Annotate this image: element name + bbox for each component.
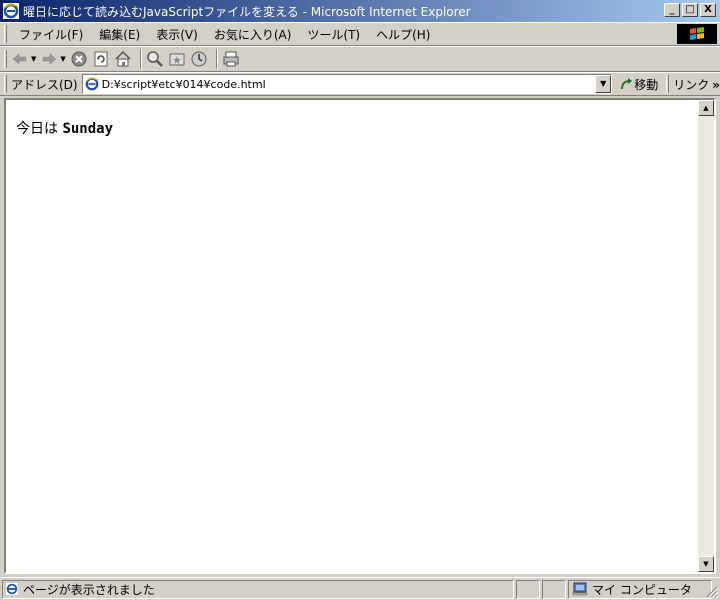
links-separator [666, 75, 670, 93]
content-line: 今日は Sunday [16, 118, 113, 138]
my-computer-icon [572, 582, 588, 596]
status-bar: ページが表示されました マイ コンピュータ [0, 577, 720, 600]
windows-logo-icon [677, 24, 717, 44]
address-url: D:¥script¥etc¥014¥code.html [101, 77, 266, 91]
window-title: 曜日に応じて読み込むJavaScriptファイルを変える - Microsoft… [23, 4, 471, 19]
menu-help[interactable]: ヘルプ(H) [368, 26, 438, 43]
links-button[interactable]: リンク» [673, 76, 720, 93]
security-zone-label: マイ コンピュータ [592, 582, 692, 597]
status-pane-blank [542, 579, 566, 599]
forward-button[interactable]: ▼ [40, 51, 66, 67]
content-prefix: 今日は [16, 121, 58, 137]
back-button[interactable]: ▼ [11, 51, 36, 67]
links-chevron-icon[interactable]: » [712, 78, 720, 92]
scroll-down-icon[interactable]: ▼ [698, 556, 714, 572]
page-icon [85, 77, 99, 91]
stop-icon [71, 51, 87, 67]
status-message: ページが表示されました [23, 582, 155, 597]
stop-button[interactable] [70, 50, 88, 68]
favorites-button[interactable] [168, 50, 186, 68]
address-dropdown-icon[interactable]: ▼ [595, 75, 612, 93]
menu-view[interactable]: 表示(V) [148, 26, 206, 43]
status-message-pane: ページが表示されました [2, 579, 514, 599]
scroll-up-icon[interactable]: ▲ [698, 100, 714, 116]
print-button[interactable] [222, 50, 240, 68]
standard-toolbar: ▼ ▼ [0, 46, 720, 72]
back-icon [12, 53, 27, 65]
menu-grip[interactable] [4, 25, 7, 43]
toolbar-grip[interactable] [4, 50, 7, 68]
address-label: アドレス(D) [11, 77, 78, 92]
status-pane-blank [516, 579, 540, 599]
search-icon [147, 51, 163, 67]
forward-dropdown-icon[interactable]: ▼ [60, 55, 65, 63]
menu-tools[interactable]: ツール(T) [299, 26, 368, 43]
home-button[interactable] [114, 50, 132, 68]
search-button[interactable] [146, 50, 164, 68]
print-icon [223, 51, 239, 67]
content-day: Sunday [62, 121, 114, 137]
menu-bar: ファイル(F) 編集(E) 表示(V) お気に入り(A) ツール(T) ヘルプ(… [0, 22, 720, 46]
go-label: 移動 [634, 77, 659, 92]
favorites-icon [169, 53, 185, 66]
address-grip[interactable] [4, 75, 7, 93]
history-button[interactable] [190, 50, 208, 68]
refresh-button[interactable] [92, 50, 110, 68]
address-input[interactable]: D:¥script¥etc¥014¥code.html ▼ [81, 74, 613, 94]
back-dropdown-icon[interactable]: ▼ [31, 55, 36, 63]
security-zone-pane: マイ コンピュータ [568, 579, 712, 599]
address-bar: アドレス(D) D:¥script¥etc¥014¥code.html ▼ 移動… [0, 72, 720, 96]
resize-grip-icon[interactable] [706, 586, 718, 598]
page-content: 今日は Sunday ▲ ▼ [4, 98, 716, 574]
menu-favorites[interactable]: お気に入り(A) [206, 26, 300, 43]
title-bar[interactable]: 曜日に応じて読み込むJavaScriptファイルを変える - Microsoft… [0, 0, 720, 22]
go-arrow-icon [621, 78, 633, 90]
home-icon [115, 50, 131, 67]
vertical-scrollbar[interactable]: ▲ ▼ [698, 100, 714, 572]
maximize-button[interactable]: □ [682, 3, 698, 17]
ie-icon [3, 3, 19, 19]
history-icon [191, 51, 207, 67]
menu-file[interactable]: ファイル(F) [11, 26, 91, 43]
page-loaded-icon [5, 582, 19, 596]
menu-edit[interactable]: 編集(E) [91, 26, 148, 43]
minimize-button[interactable]: _ [664, 3, 680, 17]
toolbar-separator [139, 49, 142, 69]
links-label: リンク [673, 77, 710, 92]
go-button[interactable]: 移動 [620, 76, 658, 93]
forward-icon [43, 53, 57, 65]
refresh-icon [94, 51, 108, 67]
browser-window: 曜日に応じて読み込むJavaScriptファイルを変える - Microsoft… [0, 0, 720, 600]
close-button[interactable]: X [700, 3, 716, 17]
toolbar-separator [215, 49, 218, 69]
